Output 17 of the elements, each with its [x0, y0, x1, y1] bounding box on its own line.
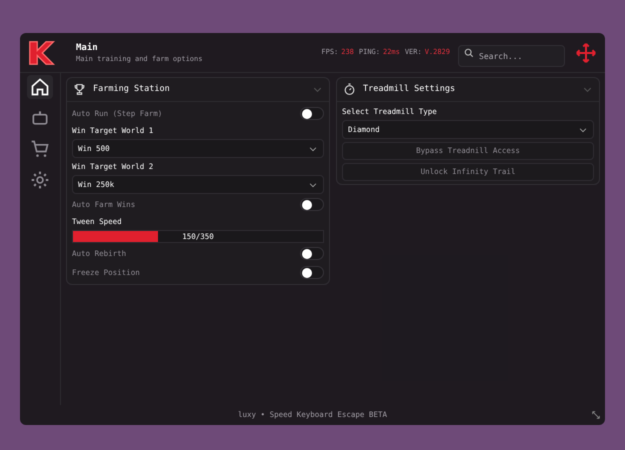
trophy-icon	[73, 83, 86, 96]
stopwatch-icon	[343, 83, 356, 96]
panel-title: Farming Station	[93, 83, 170, 96]
search-field[interactable]: Search...	[458, 45, 565, 67]
panel-title: Treadmill Settings	[363, 83, 456, 96]
home-icon	[30, 77, 50, 97]
cart-icon	[30, 139, 50, 159]
toggle-switch[interactable]	[300, 247, 324, 260]
toggle-switch[interactable]	[300, 266, 324, 279]
toggle-switch[interactable]	[300, 198, 324, 211]
page-title: Main	[76, 42, 99, 54]
sidebar-tab[interactable]	[27, 75, 53, 99]
toggle-switch[interactable]	[300, 107, 324, 120]
search-icon	[464, 48, 474, 58]
resize-icon[interactable]	[591, 410, 601, 420]
settings-icon	[30, 170, 50, 190]
move-arrows-icon[interactable]	[575, 42, 597, 64]
